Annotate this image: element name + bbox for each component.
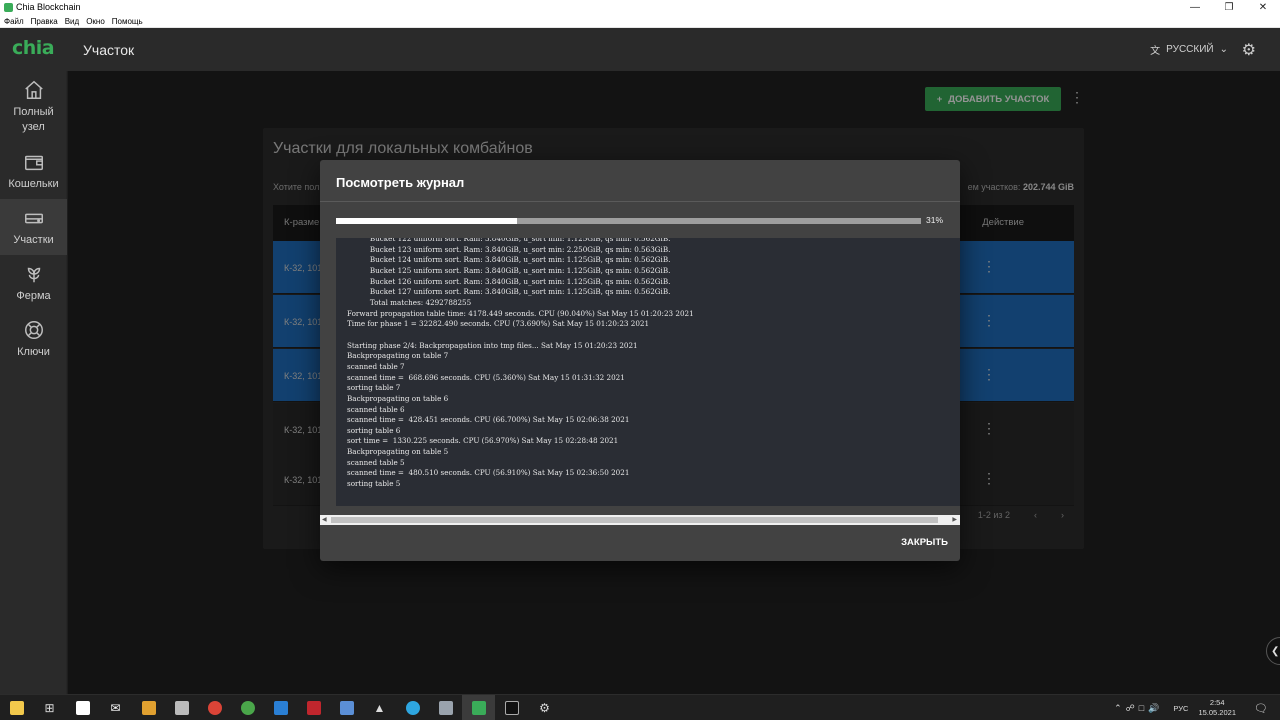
terminal-icon[interactable] xyxy=(495,695,528,720)
calculator-icon[interactable] xyxy=(165,695,198,720)
task-view-icon[interactable]: ⊞ xyxy=(33,695,66,720)
app-header: chia Участок 文 РУССКИЙ ⌄ ⚙ xyxy=(0,28,1280,71)
menu-window[interactable]: Окно xyxy=(86,17,105,26)
taskbar-apps: ⊞ ✉ ▲ ⚙ xyxy=(0,695,561,720)
wallet-icon xyxy=(21,149,47,175)
settings-taskbar-icon[interactable]: ⚙ xyxy=(528,695,561,720)
system-tray: ⌃☍□🔊 РУС 2:54 15.05.2021 🗨 xyxy=(1114,695,1280,720)
window-title: Chia Blockchain xyxy=(16,2,81,12)
menu-help[interactable]: Помощь xyxy=(112,17,143,26)
notifications-icon[interactable]: 🗨 xyxy=(1254,702,1272,715)
menu-edit[interactable]: Правка xyxy=(31,17,58,26)
sidebar-item-keys[interactable]: Ключи xyxy=(0,311,67,367)
chrome-icon[interactable] xyxy=(198,695,231,720)
progress-fill xyxy=(336,218,518,224)
store-icon[interactable] xyxy=(66,695,99,720)
sidebar-item-label: Кошельки xyxy=(8,178,59,190)
chia-taskbar-icon[interactable] xyxy=(462,695,495,720)
utorrent-icon[interactable] xyxy=(231,695,264,720)
drive-app-icon[interactable] xyxy=(429,695,462,720)
close-button[interactable]: ЗАКРЫТЬ xyxy=(901,537,948,548)
log-text: Bucket 122 uniform sort. Ram: 3.840GiB, … xyxy=(347,238,694,489)
aida64-icon[interactable] xyxy=(297,695,330,720)
mail-icon[interactable]: ✉ xyxy=(99,695,132,720)
dialog-divider xyxy=(320,201,960,202)
view-log-dialog: Посмотреть журнал 31% Bucket 122 uniform… xyxy=(320,160,960,561)
progress-percent: 31% xyxy=(926,215,944,225)
network-app-icon[interactable] xyxy=(330,695,363,720)
language-selector[interactable]: 文 РУССКИЙ ⌄ xyxy=(1150,42,1228,57)
folder-app-icon[interactable] xyxy=(132,695,165,720)
settings-gear-icon[interactable]: ⚙ xyxy=(1242,40,1256,60)
app-icon[interactable] xyxy=(264,695,297,720)
page-title: Участок xyxy=(83,42,135,58)
minimize-icon[interactable]: — xyxy=(1178,0,1212,15)
menu-view[interactable]: Вид xyxy=(65,17,79,26)
telegram-icon[interactable] xyxy=(396,695,429,720)
window-menu-bar: Файл Правка Вид Окно Помощь xyxy=(0,15,1280,28)
sidebar-item-label: Ферма xyxy=(16,290,51,302)
sidebar-item-label: Полный узел xyxy=(13,106,54,133)
explorer-icon[interactable] xyxy=(0,695,33,720)
sidebar-item-label: Ключи xyxy=(17,346,50,358)
clock-time: 2:54 xyxy=(1209,698,1225,707)
close-window-icon[interactable]: ✕ xyxy=(1246,0,1280,15)
chia-app-icon xyxy=(4,3,13,12)
clock-date: 15.05.2021 xyxy=(1198,708,1236,717)
chia-logo: chia xyxy=(12,37,55,59)
scroll-left-icon[interactable]: ◀ xyxy=(322,516,327,523)
sidebar-item-full-node[interactable]: Полный узел xyxy=(0,71,67,143)
input-language[interactable]: РУС xyxy=(1173,704,1188,713)
window-title-bar: Chia Blockchain — ❐ ✕ xyxy=(0,0,1280,15)
restore-icon[interactable]: ❐ xyxy=(1212,0,1246,15)
horizontal-scrollbar[interactable]: ◀ ▶ xyxy=(320,515,960,525)
menu-file[interactable]: Файл xyxy=(4,17,24,26)
scroll-right-icon[interactable]: ▶ xyxy=(952,516,957,523)
plot-progress-bar xyxy=(336,218,921,224)
sprout-icon xyxy=(21,261,47,287)
sidebar: Полный узел Кошельки Участки Ферма Ключи xyxy=(0,71,67,694)
sidebar-item-farm[interactable]: Ферма xyxy=(0,255,67,311)
windows-taskbar: ⊞ ✉ ▲ ⚙ ⌃☍□🔊 РУС 2:54 15.05.2021 🗨 xyxy=(0,694,1280,720)
chevron-down-icon: ⌄ xyxy=(1219,44,1228,55)
sidebar-item-wallets[interactable]: Кошельки xyxy=(0,143,67,199)
language-label: РУССКИЙ xyxy=(1166,44,1214,55)
scrollbar-thumb[interactable] xyxy=(331,517,938,523)
dialog-title: Посмотреть журнал xyxy=(336,175,465,190)
clock[interactable]: 2:54 15.05.2021 xyxy=(1198,698,1236,718)
tray-icons[interactable]: ⌃☍□🔊 xyxy=(1114,703,1163,714)
lifebuoy-icon xyxy=(21,317,47,343)
sidebar-item-plots[interactable]: Участки xyxy=(0,199,67,255)
corsair-icon[interactable]: ▲ xyxy=(363,695,396,720)
translate-icon: 文 xyxy=(1150,46,1161,57)
log-output[interactable]: Bucket 122 uniform sort. Ram: 3.840GiB, … xyxy=(336,238,960,506)
window-controls: — ❐ ✕ xyxy=(1178,0,1280,15)
hard-drive-icon xyxy=(21,205,47,231)
sidebar-item-label: Участки xyxy=(13,234,54,246)
home-icon xyxy=(21,77,47,103)
